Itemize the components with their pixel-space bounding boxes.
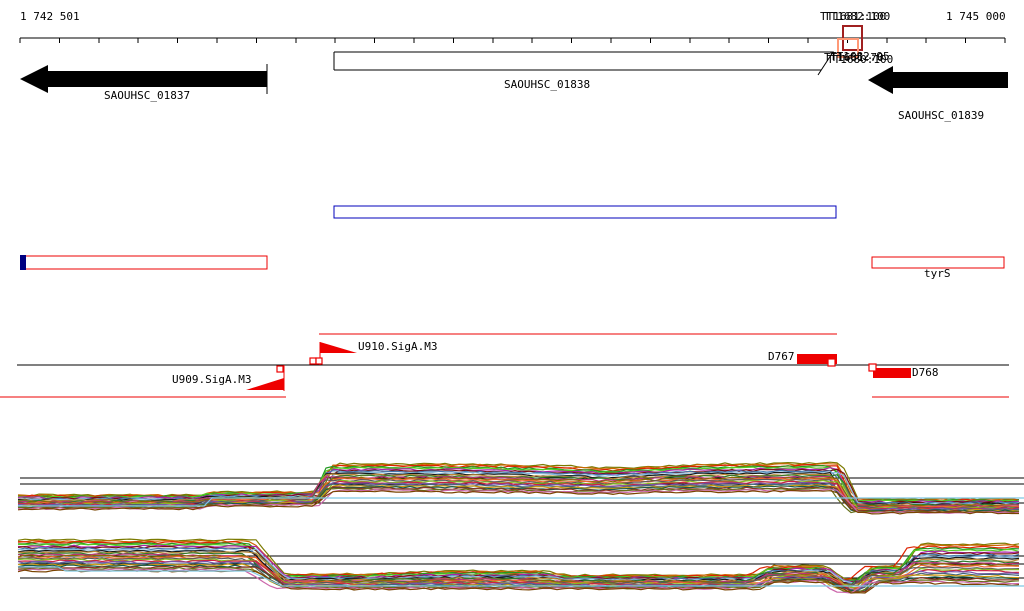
terminator-label-d767: D767 <box>768 350 795 363</box>
ruler-start-coordinate: 1 742 501 <box>20 10 80 23</box>
signal-anchor-square <box>315 357 323 365</box>
operon-track <box>20 255 1005 270</box>
promoter-label-u909: U909.SigA.M3 <box>172 373 252 386</box>
genome-browser-view: 1 742 501 1 745 000 TT1681:100 TT1682:10… <box>0 0 1024 611</box>
gene-label-saouhsc-01837: SAOUHSC_01837 <box>104 89 191 102</box>
gene-label-saouhsc-01839: SAOUHSC_01839 <box>898 109 985 122</box>
gene-label-saouhsc-01838: SAOUHSC_01838 <box>504 78 591 91</box>
promoter-flag[interactable] <box>320 342 357 353</box>
terminator-marker-label: TT1682:100 <box>824 10 891 23</box>
gene-arrow-saouhsc_01838[interactable] <box>333 51 834 76</box>
signal-anchor-square <box>276 365 284 373</box>
terminator-box[interactable] <box>873 368 911 378</box>
leader-block <box>20 255 26 270</box>
ruler-end-coordinate: 1 745 000 <box>946 10 1006 23</box>
transcript-box[interactable] <box>333 205 837 219</box>
coverage-panel-forward-strand-coverage[interactable] <box>17 461 1024 515</box>
signal-track <box>0 333 1009 398</box>
operon-label-tyrs: tyrS <box>924 267 951 280</box>
promoter-flag[interactable] <box>246 378 284 390</box>
gene-arrow-saouhsc_01839[interactable] <box>868 66 1008 94</box>
overlapping-feature-label: TT1682:95 <box>830 50 890 63</box>
signal-anchor-square <box>309 357 317 365</box>
promoter-label-u910: U910.SigA.M3 <box>358 340 438 353</box>
operon-box[interactable] <box>20 255 268 270</box>
coverage-panel-reverse-strand-coverage[interactable] <box>17 538 1024 594</box>
terminator-anchor-square <box>827 358 836 367</box>
terminator-anchor-square <box>868 363 877 372</box>
terminator-label-d768: D768 <box>912 366 939 379</box>
